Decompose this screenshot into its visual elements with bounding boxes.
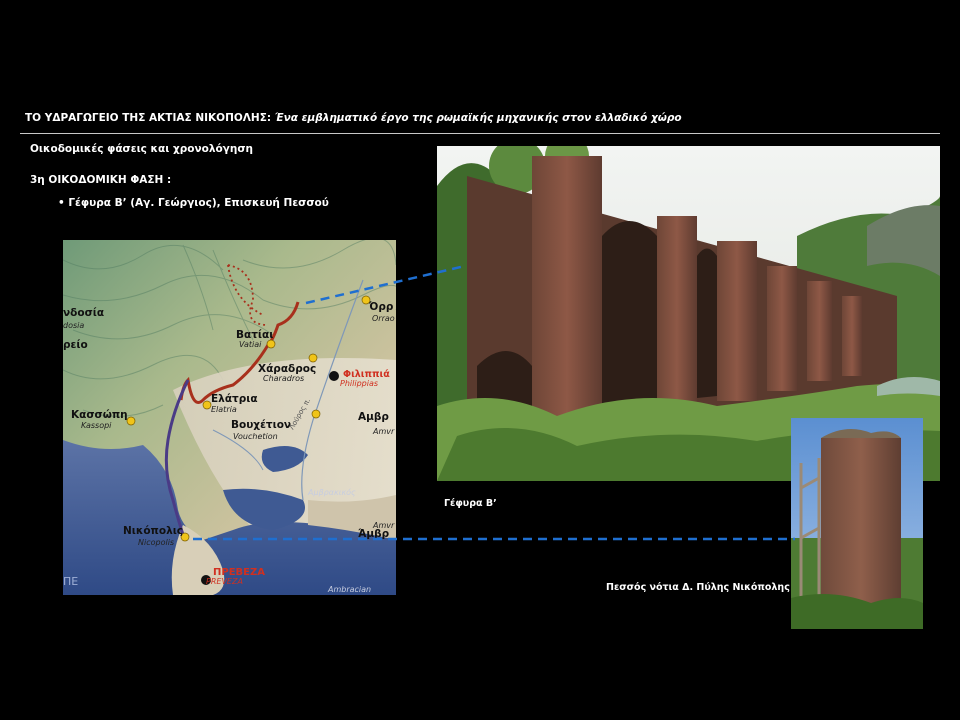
map-label-nikopolis: Νικόπολις: [123, 525, 183, 537]
map-label-dosia: νδοσία: [63, 307, 104, 319]
map-label-filippias-lat: Philippias: [340, 379, 378, 388]
caption-pillar: Πεσσός νότια Δ. Πύλης Νικόπολης: [606, 582, 790, 593]
phase-heading: 3η ΟΙΚΟΔΟΜΙΚΗ ΦΑΣΗ :: [30, 174, 172, 186]
map-label-elatria-lat: Elatria: [211, 405, 237, 414]
map-label-kassopi-lat: Kassopi: [81, 421, 112, 430]
map-label-nikopolis-lat: Nicopolis: [138, 538, 174, 547]
pillar-photo: [791, 418, 923, 629]
section-heading: Οικοδομικές φάσεις και χρονολόγηση: [30, 143, 253, 155]
map-label-ambrakikos: Αμβρακικός: [307, 487, 356, 497]
slide-title: ΤΟ ΥΔΡΑΓΩΓΕΙΟ ΤΗΣ ΑΚΤΙΑΣ ΝΙΚΟΠΟΛΗΣ: Ένα …: [25, 112, 682, 124]
map-label-eio: ρείο: [63, 339, 88, 351]
map-label-kassopi: Κασσώπη: [71, 409, 128, 421]
map-label-ambracian: Ambracian: [327, 585, 371, 594]
map-label-preveza-lat: PREVEZA: [206, 577, 243, 586]
map-label-amvr1-lat: Amvr: [372, 427, 395, 436]
map-label-vatiai-lat: Vatiai: [239, 340, 262, 349]
bullet-item: • Γέφυρα Β’ (Αγ. Γεώργιος), Επισκευή Πεσ…: [58, 197, 329, 209]
map-label-amvr1: Αμβρ: [358, 411, 389, 423]
map-label-amvr2-lat: Amvr: [372, 521, 395, 530]
map-label-preveza: ΠΡΕΒΕΖΑ: [213, 567, 265, 578]
map-label-charadros-lat: Charadros: [263, 374, 304, 383]
caption-bridge: Γέφυρα Β’: [444, 498, 497, 509]
title-divider: [20, 133, 940, 134]
map-label-pe: ΠΕ: [63, 575, 78, 588]
map-label-bouchetion-lat: Vouchetion: [233, 432, 278, 441]
map-label-filippias: Φιλιππιά: [343, 369, 390, 380]
map-label-elatria: Ελάτρια: [211, 393, 258, 405]
map-label-orr-lat: Orrao: [372, 314, 395, 323]
region-map: Βατίαι Χάραδρος Ελάτρια Κασσώπη Βουχέτιο…: [63, 240, 396, 595]
slide-title-upright: ΤΟ ΥΔΡΑΓΩΓΕΙΟ ΤΗΣ ΑΚΤΙΑΣ ΝΙΚΟΠΟΛΗΣ:: [25, 112, 272, 124]
slide-title-italic: Ένα εμβληματικό έργο της ρωμαϊκής μηχανι…: [274, 112, 682, 124]
map-label-dosia-lat: dosia: [63, 321, 84, 330]
map-label-bouchetion: Βουχέτιον: [231, 419, 291, 431]
map-label-orr: Όρρ: [368, 301, 394, 313]
